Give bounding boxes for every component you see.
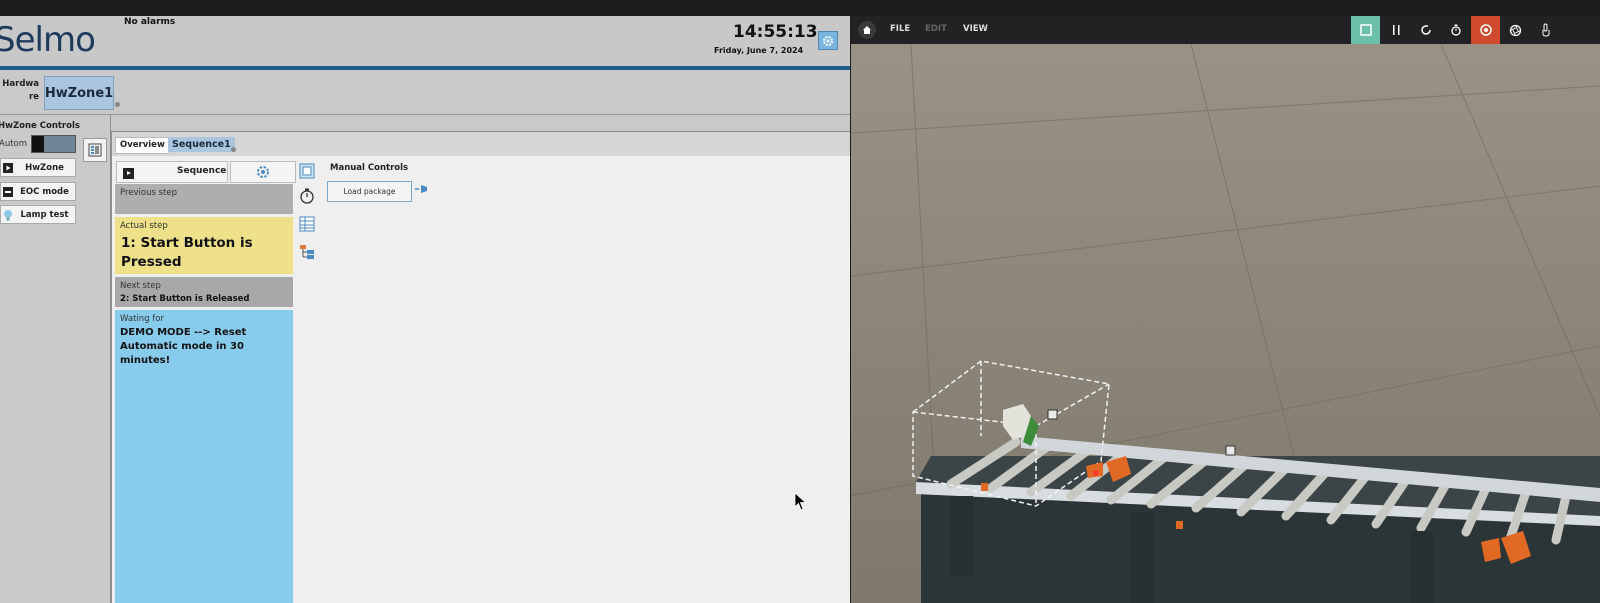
stop-button[interactable]	[1351, 16, 1380, 44]
reset-icon	[1420, 25, 1431, 35]
previous-step-caption: Previous step	[120, 188, 178, 198]
zone-overview-button[interactable]	[83, 138, 107, 162]
hwzone-start-button[interactable]: HwZone	[0, 158, 76, 177]
gear-icon	[823, 35, 833, 46]
sensor-marker	[1047, 409, 1058, 420]
sequence-status-dot	[231, 147, 236, 152]
stopwatch-icon	[1450, 24, 1461, 36]
step-list-button[interactable]	[298, 162, 316, 180]
hwzone-button-label: HwZone	[25, 162, 64, 173]
menu-file[interactable]: FILE	[890, 24, 910, 34]
document-icon	[299, 163, 315, 179]
waiting-caption: Wating for	[120, 314, 164, 324]
viewer-toolbar: FILE EDIT VIEW	[851, 16, 1600, 44]
record-icon	[1479, 24, 1492, 36]
stopwatch-icon	[300, 188, 314, 204]
toggle-knob	[32, 136, 44, 152]
tab-sequence1[interactable]: Sequence1	[168, 137, 235, 152]
flowchart-button[interactable]	[298, 243, 316, 261]
selmo-hmi-panel: Selmo No alarms 14:55:13 Friday, June 7,…	[0, 16, 850, 603]
sequence-settings-button[interactable]	[230, 161, 296, 183]
actual-step-box: Actual step 1: Start Button is Pressed	[115, 217, 293, 274]
home-button[interactable]	[858, 21, 876, 39]
actual-step-value: 1: Start Button is Pressed	[121, 235, 253, 270]
reset-button[interactable]	[1411, 16, 1440, 44]
table-icon	[299, 216, 315, 232]
tab-bar: Overview Sequence1	[112, 132, 850, 156]
load-package-button[interactable]: Load package	[327, 181, 412, 202]
hand-pointer-icon	[1542, 23, 1549, 37]
stop-icon	[1359, 24, 1372, 36]
table-view-button[interactable]	[298, 215, 316, 233]
next-step-box: Next step 2: Start Button is Released	[115, 277, 293, 307]
mouse-cursor-icon	[794, 492, 807, 511]
sensor-marker	[1225, 445, 1236, 456]
pause-button[interactable]	[1381, 16, 1410, 44]
hwzone-tab[interactable]: HwZone1	[44, 76, 114, 110]
clock-date: Friday, June 7, 2024	[714, 46, 804, 55]
minus-icon	[2, 186, 14, 197]
app-logo: Selmo	[0, 20, 96, 60]
window-top-bar	[0, 0, 1600, 16]
eoc-mode-button[interactable]: EOC mode	[0, 182, 76, 201]
hwzone-status-dot	[115, 102, 120, 107]
bulb-icon	[2, 209, 14, 220]
next-step-caption: Next step	[120, 281, 161, 291]
auto-mode-toggle[interactable]	[31, 135, 76, 153]
sequence-header: Sequence	[115, 160, 296, 183]
sequence-column: Sequence Previous step Actual step 1: St…	[114, 159, 296, 603]
lamp-test-button-label: Lamp test	[20, 209, 69, 220]
flowchart-icon	[300, 245, 314, 259]
next-step-value: 2: Start Button is Released	[120, 294, 250, 304]
waiting-value: DEMO MODE --> Reset Automatic mode in 30…	[120, 327, 247, 366]
alarm-status: No alarms	[124, 17, 176, 27]
menu-view[interactable]: VIEW	[963, 24, 988, 34]
grid-icon	[88, 143, 102, 157]
sequence-button-label: Sequence	[177, 166, 227, 176]
hwzone-controls-panel: HwZone Controls Autom HwZone EOC mode La…	[0, 115, 111, 603]
waiting-for-box: Wating for DEMO MODE --> Reset Automatic…	[115, 310, 293, 603]
clock-time: 14:55:13	[733, 22, 818, 42]
roller-conveyor	[916, 436, 1600, 603]
3d-scene[interactable]	[851, 16, 1600, 603]
sensor-beam	[1093, 470, 1099, 476]
sequence-start-button[interactable]: Sequence	[116, 161, 228, 183]
home-icon	[863, 26, 871, 34]
app-header: Selmo No alarms 14:55:13 Friday, June 7,…	[0, 16, 850, 66]
3d-simulation-viewer[interactable]: FILE EDIT VIEW	[851, 16, 1600, 603]
previous-step-box: Previous step	[115, 184, 293, 214]
sequence-main-panel: Overview Sequence1 Sequence Previous ste…	[111, 131, 850, 603]
hwzone-controls-title: HwZone Controls	[0, 121, 80, 131]
pause-icon	[1392, 25, 1399, 35]
aperture-icon	[1509, 24, 1522, 36]
actual-step-caption: Actual step	[120, 221, 168, 231]
eoc-mode-button-label: EOC mode	[20, 186, 69, 197]
tab-overview[interactable]: Overview	[115, 137, 170, 154]
lamp-test-button[interactable]: Lamp test	[0, 205, 76, 224]
camera-button[interactable]	[1501, 16, 1530, 44]
timer-button[interactable]	[298, 187, 316, 205]
mode-label: Autom	[0, 139, 28, 149]
hardware-zone-bar: Hardware HwZone1	[0, 70, 850, 115]
play-icon	[123, 168, 134, 179]
settings-button[interactable]	[818, 31, 838, 50]
record-button[interactable]	[1471, 16, 1500, 44]
pin-icon[interactable]	[415, 183, 429, 195]
menu-edit: EDIT	[925, 24, 947, 34]
sequence-gear-icon	[257, 166, 269, 178]
play-icon	[2, 162, 14, 173]
manual-controls-title: Manual Controls	[330, 163, 409, 173]
timer-button[interactable]	[1441, 16, 1470, 44]
hardware-label: Hardware	[2, 79, 39, 102]
interact-button[interactable]	[1531, 16, 1560, 44]
